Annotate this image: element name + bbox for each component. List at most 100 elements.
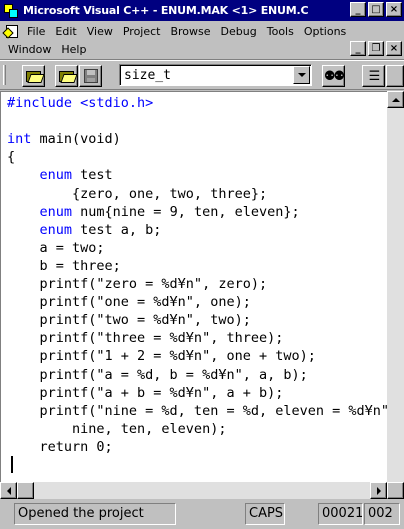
menu-view[interactable]: View xyxy=(82,25,118,38)
code-line: enum num{nine = 9, ten, eleven}; xyxy=(7,203,300,221)
menu-project[interactable]: Project xyxy=(118,25,166,38)
vertical-scrollbar[interactable] xyxy=(387,91,404,482)
minimize-button[interactable]: _ xyxy=(350,2,366,17)
code-text: printf("one = %d¥n", one); xyxy=(7,294,251,311)
open-file-button[interactable] xyxy=(55,65,78,87)
code-editor[interactable]: #include <stdio.h> int main(void){ enum t… xyxy=(0,91,387,482)
size-grip[interactable] xyxy=(387,482,404,499)
code-line: printf("1 + 2 = %d¥n", one + two); xyxy=(7,347,316,365)
menu-debug[interactable]: Debug xyxy=(216,25,262,38)
code-text: b = three; xyxy=(7,257,121,274)
status-bar: Opened the project CAPS 00021 002 xyxy=(0,500,404,529)
scroll-right-button[interactable] xyxy=(370,482,387,499)
code-text: num{nine = 9, ten, eleven}; xyxy=(72,203,300,220)
title-bar: Microsoft Visual C++ - ENUM.MAK <1> ENUM… xyxy=(0,0,404,21)
scroll-thumb[interactable] xyxy=(17,482,34,499)
menu-row-2: Window Help xyxy=(0,40,91,58)
menu-edit[interactable]: Edit xyxy=(50,25,81,38)
save-disk-icon xyxy=(83,69,98,83)
code-line: printf("nine = %d, ten = %d, eleven = %d… xyxy=(7,402,388,420)
code-keyword: enum xyxy=(39,221,73,238)
arrow-up-icon xyxy=(391,97,400,102)
open-folder-icon xyxy=(59,70,74,82)
toolbar-more-button[interactable] xyxy=(386,65,404,87)
code-text: printf("two = %d¥n", two); xyxy=(7,312,251,329)
chevron-down-icon xyxy=(297,73,306,77)
code-text: test a, b; xyxy=(72,221,162,238)
new-project-button[interactable] xyxy=(22,65,45,87)
arrow-right-icon xyxy=(376,486,381,495)
menu-bar: File Edit View Project Browse Debug Tool… xyxy=(0,22,404,58)
menu-window[interactable]: Window xyxy=(0,43,56,56)
code-line: {zero, one, two, three}; xyxy=(7,185,267,203)
code-text: printf("three = %d¥n", three); xyxy=(7,330,284,347)
code-text: { xyxy=(7,149,16,166)
code-line: printf("a + b = %d¥n", a + b); xyxy=(7,384,284,402)
code-line: nine, ten, eleven); xyxy=(7,420,226,438)
menu-options[interactable]: Options xyxy=(299,25,351,38)
app-icon[interactable] xyxy=(3,3,19,19)
code-text: printf("zero = %d¥n", zero); xyxy=(7,276,268,292)
combo-dropdown-button[interactable] xyxy=(293,66,310,84)
code-keyword: #include <stdio.h> xyxy=(7,95,154,111)
code-text: nine, ten, eleven); xyxy=(7,420,227,437)
code-text: main(void) xyxy=(31,131,121,148)
code-line: printf("a = %d, b = %d¥n", a, b); xyxy=(7,366,308,384)
code-line: enum test a, b; xyxy=(7,221,162,239)
status-column: 002 xyxy=(364,503,400,525)
code-line: printf("zero = %d¥n", zero); xyxy=(7,275,268,293)
scroll-left-button[interactable] xyxy=(0,482,17,499)
code-text: {zero, one, two, three}; xyxy=(7,185,268,202)
stack-icon: ☰ xyxy=(368,68,381,84)
code-line: printf("two = %d¥n", two); xyxy=(7,311,251,329)
code-keyword: int xyxy=(7,131,32,148)
horizontal-scrollbar[interactable] xyxy=(0,482,404,499)
menu-tools[interactable]: Tools xyxy=(262,25,299,38)
menu-file[interactable]: File xyxy=(22,25,50,38)
code-text: return 0; xyxy=(7,438,113,455)
code-text: printf("nine = %d, ten = %d, eleven = %d… xyxy=(7,402,388,419)
code-line: int main(void) xyxy=(7,130,121,148)
scroll-up-button[interactable] xyxy=(387,91,404,108)
code-line: printf("one = %d¥n", one); xyxy=(7,293,251,311)
code-line: enum test xyxy=(7,166,113,184)
code-keyword: enum xyxy=(39,167,73,184)
open-project-icon xyxy=(26,70,41,82)
doc-close-button[interactable]: × xyxy=(386,41,402,56)
code-text: printf("a + b = %d¥n", a + b); xyxy=(7,384,284,401)
code-line: a = two; xyxy=(7,239,105,257)
menu-browse[interactable]: Browse xyxy=(165,25,215,38)
status-caps: CAPS xyxy=(245,503,285,525)
code-line: b = three; xyxy=(7,257,121,275)
code-text: printf("a = %d, b = %d¥n", a, b); xyxy=(7,366,308,383)
code-text: a = two; xyxy=(7,239,105,256)
close-button[interactable]: × xyxy=(386,2,402,17)
code-keyword: enum xyxy=(39,203,73,220)
doc-restore-button[interactable]: ❐ xyxy=(368,41,384,56)
text-caret xyxy=(11,456,13,473)
menu-row-1: File Edit View Project Browse Debug Tool… xyxy=(0,22,351,40)
doc-minimize-button[interactable]: _ xyxy=(350,41,366,56)
browse-button[interactable]: ☰ xyxy=(362,65,385,87)
code-line: #include <stdio.h> xyxy=(7,94,153,112)
save-button[interactable] xyxy=(79,65,102,87)
code-line: { xyxy=(7,148,15,166)
maximize-button[interactable]: □ xyxy=(368,2,384,17)
status-line: 00021 xyxy=(318,503,363,525)
window-title: Microsoft Visual C++ - ENUM.MAK <1> ENUM… xyxy=(23,4,309,17)
find-button[interactable]: ⚉⚉ xyxy=(322,65,345,87)
menu-help[interactable]: Help xyxy=(56,43,91,56)
find-combo-value: size_t xyxy=(124,68,171,83)
code-line: printf("three = %d¥n", three); xyxy=(7,329,284,347)
arrow-left-icon xyxy=(6,486,11,495)
toolbar-grip[interactable] xyxy=(3,65,6,85)
code-text: printf("1 + 2 = %d¥n", one + two); xyxy=(7,348,316,365)
code-line: return 0; xyxy=(7,438,113,456)
binoculars-icon: ⚉⚉ xyxy=(323,68,345,84)
find-combo[interactable]: size_t xyxy=(119,64,312,86)
document-icon[interactable] xyxy=(4,24,20,38)
status-message: Opened the project xyxy=(14,503,176,525)
